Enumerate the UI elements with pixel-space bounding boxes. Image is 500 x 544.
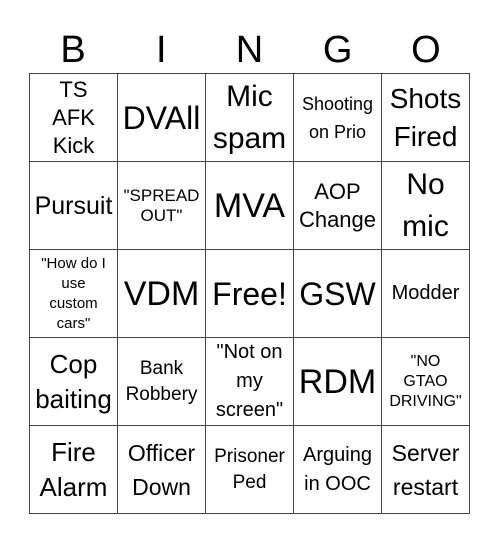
bingo-cell[interactable]: Cop baiting: [30, 338, 118, 426]
bingo-cell[interactable]: Fire Alarm: [30, 426, 118, 514]
header-letter-o: O: [411, 29, 441, 71]
bingo-cell[interactable]: GSW: [294, 250, 382, 338]
bingo-cell[interactable]: Bank Robbery: [118, 338, 206, 426]
bingo-cell[interactable]: Modder: [382, 250, 470, 338]
bingo-cell[interactable]: Shots Fired: [382, 74, 470, 162]
bingo-cell[interactable]: Server restart: [382, 426, 470, 514]
cell-text: Arguing in OOC: [303, 443, 372, 495]
cell-text: DVAll: [122, 99, 201, 136]
bingo-cell[interactable]: VDM: [118, 250, 206, 338]
cell-text: "NO GTAO DRIVING": [389, 352, 462, 410]
bingo-cell[interactable]: AOP Change: [294, 162, 382, 250]
cell-text: Shooting on Prio: [301, 93, 374, 142]
cell-text: Fire Alarm: [39, 436, 108, 502]
cell-text: Bank Robbery: [125, 357, 198, 405]
bingo-cell[interactable]: "How do I use custom cars": [30, 250, 118, 338]
cell-text: No mic: [402, 167, 449, 243]
cell-text: MVA: [213, 186, 286, 225]
bingo-cell[interactable]: Shooting on Prio: [294, 74, 382, 162]
cell-text: AOP Change: [298, 178, 377, 232]
header-letter-n: N: [235, 29, 264, 71]
cell-text: Shots Fired: [389, 82, 462, 152]
bingo-cell[interactable]: Prisoner Ped: [206, 426, 294, 514]
cell-text: Pursuit: [34, 191, 113, 220]
bingo-header: B I N G O: [29, 28, 470, 72]
cell-text: "Not on my screen": [215, 341, 284, 421]
cell-text: GSW: [299, 275, 376, 312]
bingo-cell[interactable]: TS AFK Kick: [30, 74, 118, 162]
cell-text: Officer Down: [127, 439, 196, 500]
cell-text: "SPREAD OUT": [123, 185, 200, 225]
bingo-cell[interactable]: "NO GTAO DRIVING": [382, 338, 470, 426]
bingo-card-grid: TS AFK Kick DVAll Mic spam Shooting on P…: [29, 73, 470, 514]
cell-text: TS AFK Kick: [52, 76, 95, 158]
bingo-cell[interactable]: Pursuit: [30, 162, 118, 250]
bingo-cell free-space[interactable]: Free!: [206, 250, 294, 338]
cell-text: "How do I use custom cars": [41, 254, 106, 332]
header-letter-i: I: [156, 29, 167, 71]
bingo-cell[interactable]: Arguing in OOC: [294, 426, 382, 514]
bingo-cell[interactable]: DVAll: [118, 74, 206, 162]
header-letter-g: G: [322, 29, 353, 71]
bingo-cell[interactable]: Mic spam: [206, 74, 294, 162]
cell-text: Modder: [391, 282, 460, 304]
cell-text: RDM: [298, 362, 377, 401]
bingo-cell[interactable]: "SPREAD OUT": [118, 162, 206, 250]
cell-text: VDM: [123, 274, 200, 313]
bingo-cell[interactable]: Officer Down: [118, 426, 206, 514]
bingo-cell[interactable]: "Not on my screen": [206, 338, 294, 426]
cell-text: Server restart: [391, 439, 460, 500]
bingo-cell[interactable]: No mic: [382, 162, 470, 250]
cell-text: Cop baiting: [35, 348, 112, 414]
bingo-cell[interactable]: RDM: [294, 338, 382, 426]
cell-text: Prisoner Ped: [214, 445, 285, 493]
cell-text: Mic spam: [212, 79, 287, 155]
header-letter-b: B: [60, 29, 86, 71]
cell-text: Free!: [212, 275, 287, 312]
bingo-cell[interactable]: MVA: [206, 162, 294, 250]
